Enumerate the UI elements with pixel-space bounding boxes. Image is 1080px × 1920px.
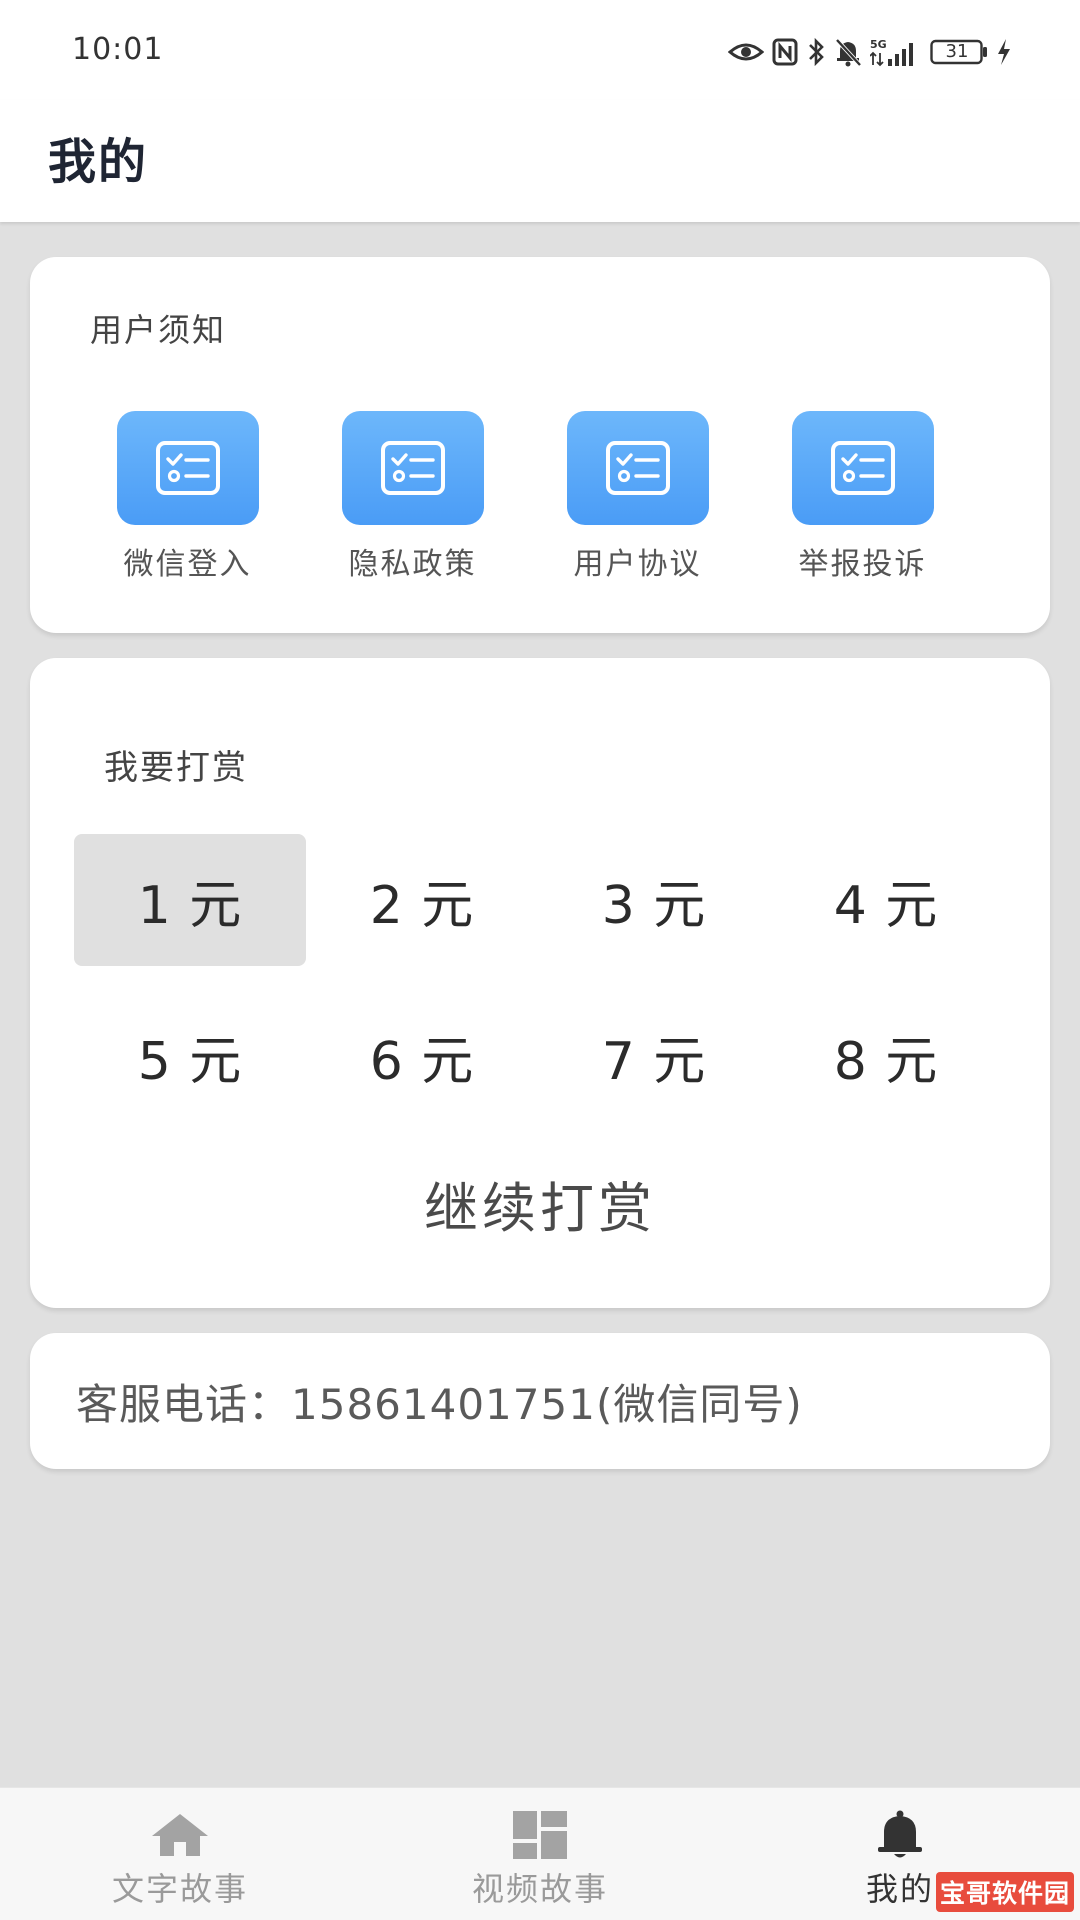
amount-grid: 1 元 2 元 3 元 4 元 5 元 6 元 7 元 8 元 (74, 834, 1002, 1122)
amount-option-5[interactable]: 5 元 (74, 990, 306, 1122)
home-icon (150, 1810, 210, 1860)
wechat-login-button[interactable]: 微信登入 (75, 411, 300, 583)
status-time: 10:01 (72, 32, 164, 67)
eye-icon (728, 40, 764, 64)
status-icons: 5G 31 (728, 36, 1012, 68)
wechat-login-label: 微信登入 (123, 547, 252, 582)
nfc-icon (772, 38, 798, 66)
bluetooth-icon (806, 37, 826, 67)
page-header: 我的 (0, 100, 1080, 222)
amount-option-3[interactable]: 3 元 (538, 834, 770, 966)
privacy-policy-button[interactable]: 隐私政策 (300, 411, 525, 583)
reward-section-title: 我要打赏 (104, 748, 248, 788)
bell-icon (875, 1810, 925, 1860)
customer-service-phone: 客服电话：15861401751(微信同号) (76, 1380, 803, 1429)
app-screen: 10:01 5G 31 我的 用户须知 微信登入 隐私政策 用户协议 举报投诉 … (0, 0, 1080, 1920)
user-agreement-label: 用户协议 (573, 547, 702, 582)
checklist-card-icon (791, 411, 934, 525)
report-complaint-button[interactable]: 举报投诉 (750, 411, 975, 583)
nav-item-video-stories[interactable]: 视频故事 (390, 1788, 690, 1920)
notice-grid: 微信登入 隐私政策 用户协议 举报投诉 (75, 411, 975, 583)
dashboard-grid-icon (513, 1810, 567, 1860)
watermark-badge: 宝哥软件园 (936, 1872, 1074, 1912)
user-notice-card: 用户须知 微信登入 隐私政策 用户协议 举报投诉 (30, 257, 1050, 633)
notice-section-title: 用户须知 (90, 311, 227, 349)
bottom-nav: 文字故事 视频故事 我的 (0, 1787, 1080, 1920)
nav-label-video-stories: 视频故事 (471, 1870, 608, 1908)
amount-option-6[interactable]: 6 元 (306, 990, 538, 1122)
customer-service-card: 客服电话：15861401751(微信同号) (30, 1333, 1050, 1469)
report-complaint-label: 举报投诉 (798, 547, 927, 582)
charging-icon (996, 38, 1012, 66)
battery-level: 31 (945, 41, 969, 62)
reward-card: 我要打赏 1 元 2 元 3 元 4 元 5 元 6 元 7 元 8 元 继续打… (30, 658, 1050, 1308)
privacy-policy-label: 隐私政策 (348, 547, 477, 582)
amount-option-8[interactable]: 8 元 (770, 990, 1002, 1122)
amount-option-1[interactable]: 1 元 (74, 834, 306, 966)
checklist-card-icon (341, 411, 484, 525)
page-title: 我的 (48, 134, 149, 190)
user-agreement-button[interactable]: 用户协议 (525, 411, 750, 583)
nav-item-text-stories[interactable]: 文字故事 (30, 1788, 330, 1920)
nav-label-mine: 我的 (865, 1870, 934, 1908)
checklist-card-icon (566, 411, 709, 525)
amount-option-2[interactable]: 2 元 (306, 834, 538, 966)
amount-option-4[interactable]: 4 元 (770, 834, 1002, 966)
mute-bell-icon (834, 37, 862, 67)
battery-icon: 31 (930, 39, 988, 65)
signal-icon: 5G (870, 37, 922, 67)
status-bar: 10:01 5G 31 (0, 0, 1080, 100)
network-type-label: 5G (870, 38, 887, 51)
amount-option-7[interactable]: 7 元 (538, 990, 770, 1122)
nav-label-text-stories: 文字故事 (111, 1870, 248, 1908)
checklist-card-icon (116, 411, 259, 525)
continue-reward-button[interactable]: 继续打赏 (290, 1158, 790, 1248)
